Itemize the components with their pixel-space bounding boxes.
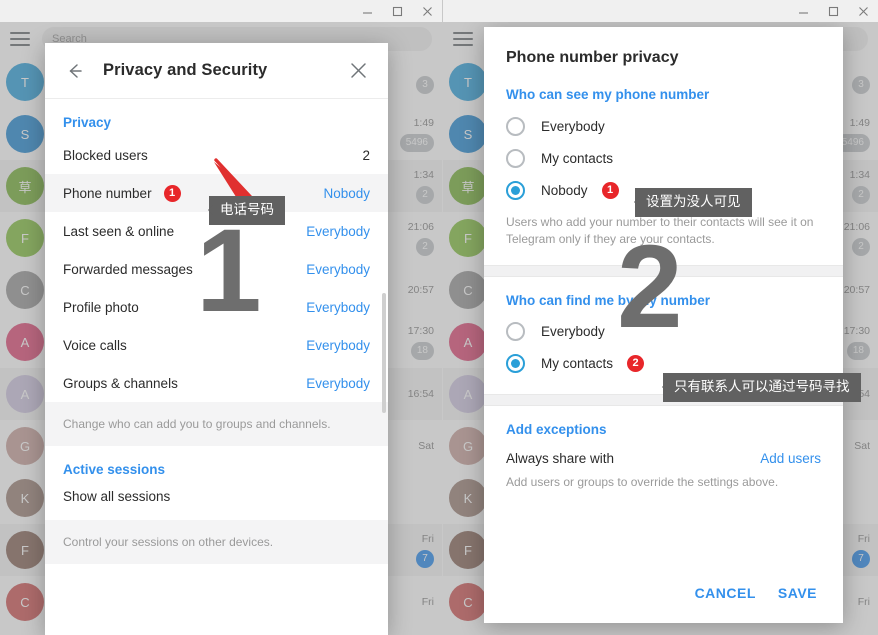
scrollbar-thumb[interactable] — [382, 293, 386, 413]
section-who-can-find: Who can find me by my number — [506, 292, 711, 308]
section-divider — [484, 264, 843, 277]
page-title: Privacy and Security — [103, 61, 268, 79]
titlebar-left — [0, 0, 442, 22]
who-can-see-option-everybody[interactable]: Everybody — [484, 110, 843, 142]
privacy-row-label: Last seen & online — [63, 223, 175, 239]
show-all-sessions-row[interactable]: Show all sessions — [45, 481, 388, 520]
tooltip-set-nobody: 设置为没人可见 — [634, 188, 752, 217]
privacy-rows: Blocked users 2 Phone number 1 Nobody Last se… — [45, 136, 388, 402]
privacy-row-value: Everybody — [306, 299, 370, 315]
radio-label: Everybody — [541, 324, 605, 340]
privacy-row-label: Phone number — [63, 185, 152, 201]
privacy-row-value: Everybody — [306, 261, 370, 277]
privacy-row-value: Everybody — [306, 337, 370, 353]
privacy-row-label: Profile photo — [63, 299, 139, 315]
annotation-badge-1: 1 — [601, 181, 619, 199]
privacy-row-label: Forwarded messages — [63, 261, 193, 277]
screen: Search TTelegramReminder: ...3SSaved Mes… — [0, 0, 878, 635]
active-sessions-link[interactable]: Active sessions — [45, 446, 388, 481]
radio-button[interactable] — [506, 180, 525, 200]
privacy-row-forwarded-messages[interactable]: Forwarded messages Everybody — [45, 250, 388, 288]
privacy-row-value: Nobody — [323, 185, 370, 201]
privacy-row-value: Everybody — [306, 375, 370, 391]
dialog-title: Phone number privacy — [506, 49, 679, 66]
dialog-footer: CANCEL SAVE — [484, 585, 843, 623]
cancel-button[interactable]: CANCEL — [695, 585, 756, 601]
privacy-row-profile-photo[interactable]: Profile photo Everybody — [45, 288, 388, 326]
radio-button[interactable] — [506, 322, 525, 342]
privacy-row-voice-calls[interactable]: Voice calls Everybody — [45, 326, 388, 364]
privacy-and-security-dialog: Privacy and Security Privacy Blocked use… — [45, 43, 388, 635]
exceptions-note: Add users or groups to override the sett… — [506, 474, 779, 489]
annotation-badge-2: 2 — [627, 355, 645, 373]
radio-label: My contacts — [541, 356, 614, 372]
back-arrow-icon[interactable] — [61, 57, 89, 85]
titlebar-right — [443, 0, 878, 22]
sessions-note: Control your sessions on other devices. — [45, 520, 388, 565]
close-icon[interactable] — [848, 0, 878, 22]
add-users-link[interactable]: Add users — [760, 451, 821, 466]
phone-number-privacy-dialog: Phone number privacy Who can see my phon… — [484, 27, 843, 623]
radio-label: Nobody — [541, 182, 588, 198]
minimize-icon[interactable] — [788, 0, 818, 22]
close-icon[interactable] — [412, 0, 442, 22]
section-who-can-see: Who can see my phone number — [506, 87, 710, 102]
tooltip-phone-number: 电话号码 — [208, 196, 285, 225]
privacy-row-value: 2 — [362, 147, 370, 163]
dialog-header: Privacy and Security — [45, 43, 388, 99]
dialog-body: Privacy Blocked users 2 Phone number 1 Nobod… — [45, 99, 388, 635]
who-can-find-options: Everybody My contacts 2 — [484, 316, 843, 380]
always-share-row: Always share with Add users — [484, 445, 843, 466]
add-exceptions-title: Add exceptions — [506, 421, 607, 437]
radio-label: My contacts — [541, 150, 614, 166]
window-left: Search TTelegramReminder: ...3SSaved Mes… — [0, 0, 443, 635]
privacy-row-label: Voice calls — [63, 337, 127, 353]
maximize-icon[interactable] — [382, 0, 412, 22]
groups-note: Change who can add you to groups and cha… — [45, 402, 388, 447]
radio-button[interactable] — [506, 116, 525, 136]
who-can-find-option-everybody[interactable]: Everybody — [484, 316, 843, 348]
privacy-row-blocked-users[interactable]: Blocked users 2 — [45, 136, 388, 174]
minimize-icon[interactable] — [352, 0, 382, 22]
always-share-label: Always share with — [506, 450, 615, 466]
radio-label: Everybody — [541, 118, 605, 134]
who-can-see-option-my-contacts[interactable]: My contacts — [484, 142, 843, 174]
privacy-row-label: Groups & channels — [63, 375, 178, 391]
window-right: Search TTelegramReminder: ...3SSaved Mes… — [443, 0, 878, 635]
radio-button[interactable] — [506, 148, 525, 168]
tooltip-find-by-contacts: 只有联系人可以通过号码寻找 — [662, 373, 861, 402]
section-privacy-title: Privacy — [63, 115, 112, 130]
annotation-badge-1: 1 — [163, 184, 181, 202]
close-icon[interactable] — [344, 57, 372, 85]
privacy-row-value: Everybody — [306, 223, 370, 239]
radio-button[interactable] — [506, 354, 525, 374]
save-button[interactable]: SAVE — [778, 585, 817, 601]
maximize-icon[interactable] — [818, 0, 848, 22]
privacy-row-groups-channels[interactable]: Groups & channels Everybody — [45, 364, 388, 402]
privacy-row-label: Blocked users — [63, 147, 148, 163]
